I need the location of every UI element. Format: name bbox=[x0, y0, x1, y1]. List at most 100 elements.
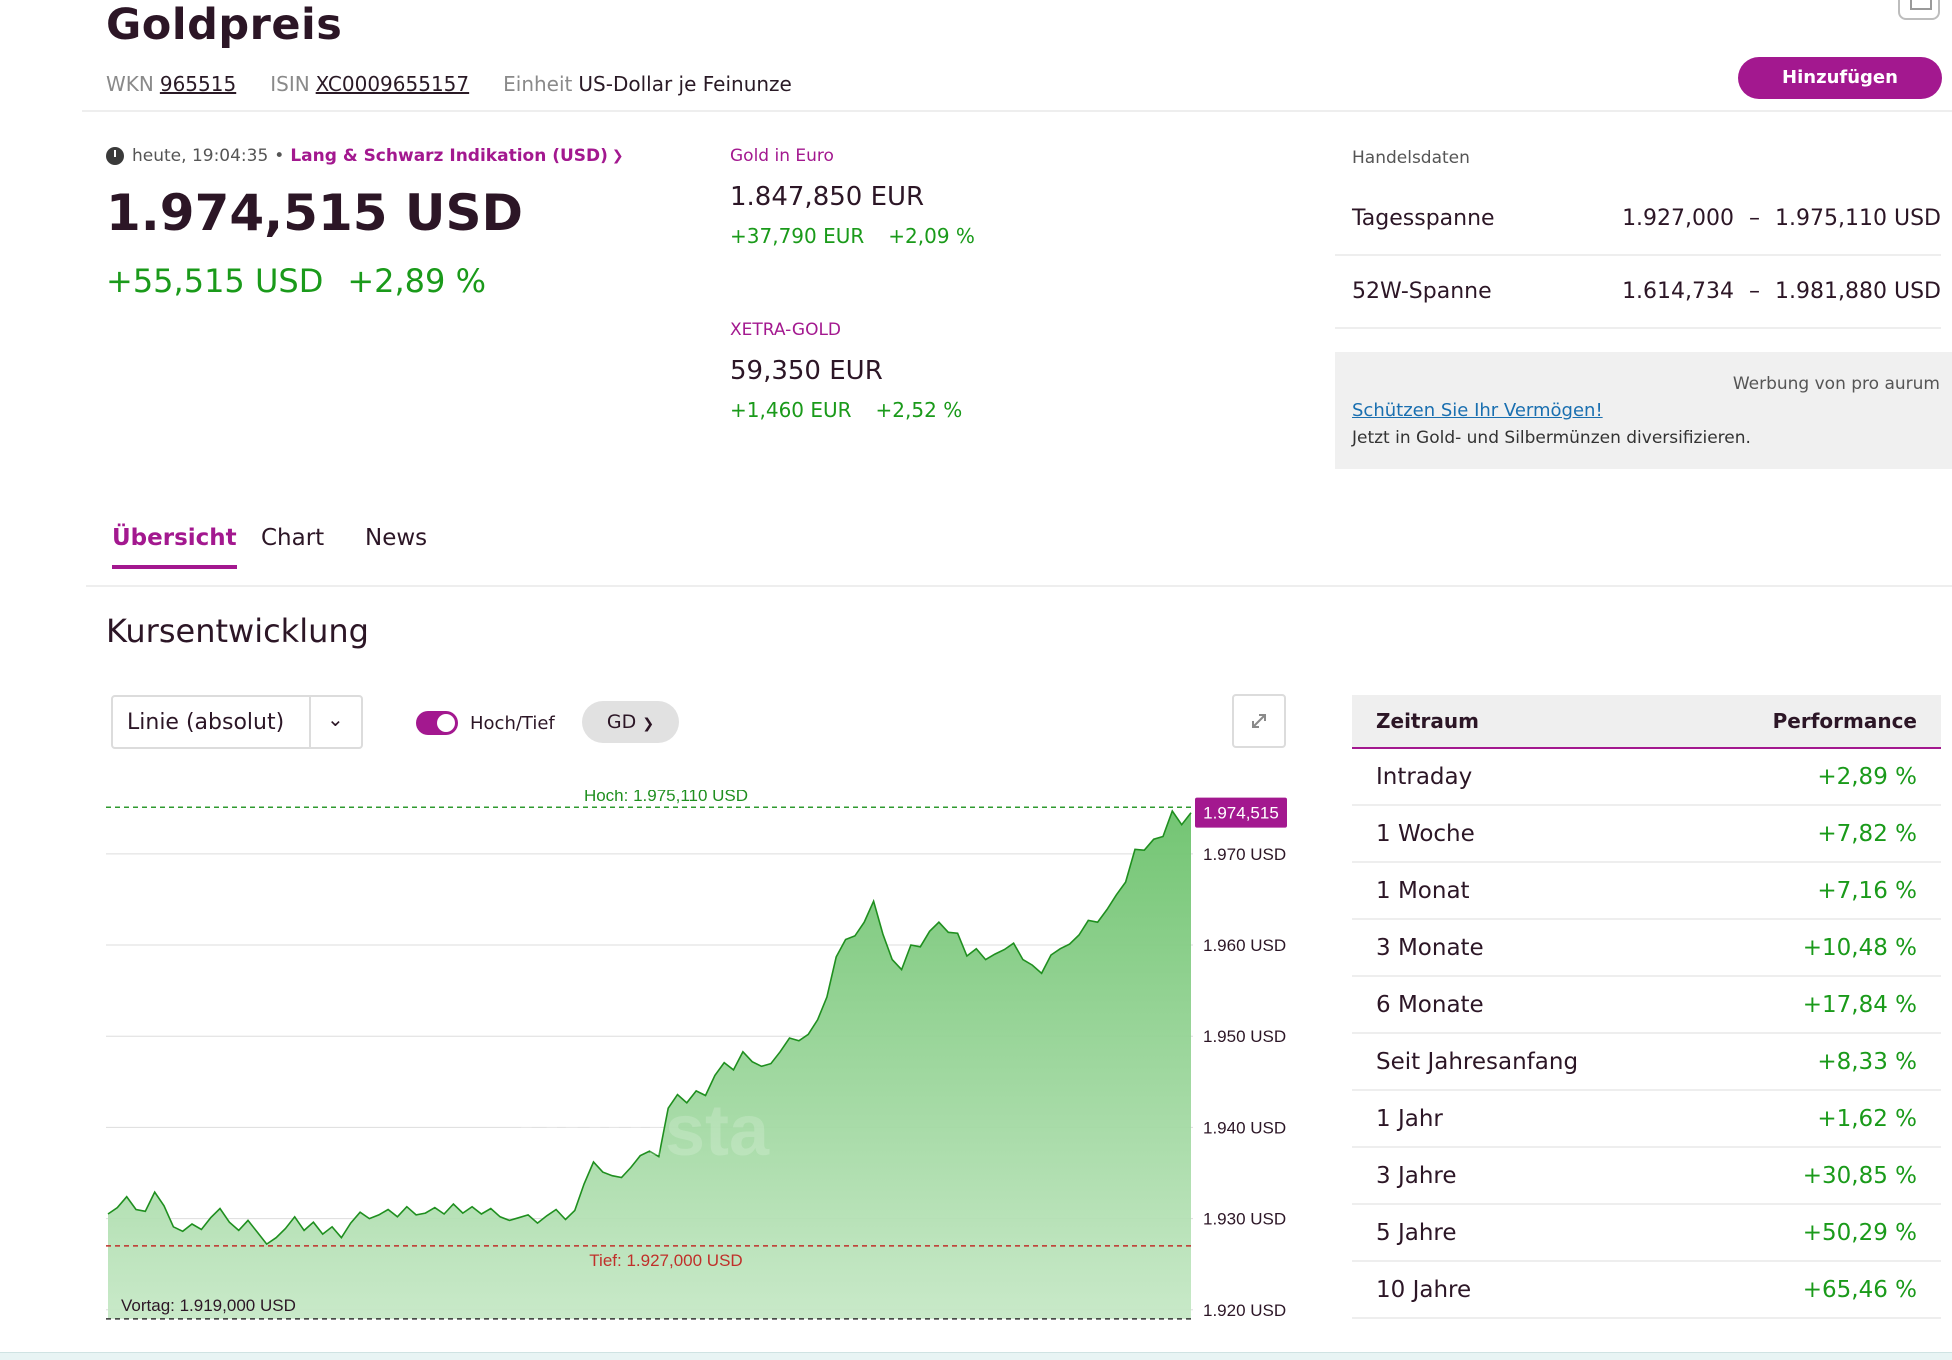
section-title: Kursentwicklung bbox=[106, 612, 369, 650]
trading-row-label: Tagesspanne bbox=[1352, 206, 1495, 231]
current-price: 1.974,515 USD bbox=[106, 184, 524, 242]
isin-label: ISIN bbox=[270, 72, 310, 96]
performance-period: 3 Jahre bbox=[1376, 1162, 1457, 1189]
gold-euro-change-pct: +2,09 % bbox=[888, 224, 975, 248]
low-label: Tief: 1.927,000 USD bbox=[589, 1251, 742, 1270]
performance-row: 5 Jahre +50,29 % bbox=[1352, 1205, 1941, 1262]
range-high: 1.981,880 USD bbox=[1775, 279, 1941, 304]
y-tick-label: 1.920 USD bbox=[1203, 1301, 1286, 1320]
performance-period: Intraday bbox=[1376, 763, 1473, 790]
performance-period: Seit Jahresanfang bbox=[1376, 1048, 1579, 1075]
performance-period: 3 Monate bbox=[1376, 934, 1484, 961]
high-low-toggle-label: Hoch/Tief bbox=[470, 713, 555, 734]
expand-chart-button[interactable] bbox=[1232, 694, 1286, 748]
clock-icon bbox=[106, 147, 124, 165]
performance-value: +50,29 % bbox=[1802, 1219, 1917, 1246]
tab-overview[interactable]: Übersicht bbox=[112, 525, 237, 569]
bottom-strip bbox=[0, 1352, 1952, 1360]
performance-value: +30,85 % bbox=[1802, 1162, 1917, 1189]
y-tick-label: 1.960 USD bbox=[1203, 936, 1286, 955]
performance-value: +10,48 % bbox=[1802, 934, 1917, 961]
performance-period: 1 Jahr bbox=[1376, 1105, 1443, 1132]
tab-bar: Übersicht Chart News bbox=[86, 525, 1952, 587]
y-tick-label: 1.940 USD bbox=[1203, 1118, 1286, 1137]
performance-period: 5 Jahre bbox=[1376, 1219, 1457, 1246]
range-high: 1.975,110 USD bbox=[1775, 206, 1941, 231]
chart-type-select[interactable]: Linie (absolut) ⌄ bbox=[111, 695, 363, 749]
tab-chart[interactable]: Chart bbox=[261, 525, 324, 569]
print-button[interactable] bbox=[1898, 0, 1940, 20]
performance-period: 10 Jahre bbox=[1376, 1276, 1472, 1303]
y-tick-label: 1.970 USD bbox=[1203, 845, 1286, 864]
expand-icon bbox=[1252, 714, 1266, 728]
high-low-toggle[interactable] bbox=[416, 711, 458, 735]
performance-value: +7,16 % bbox=[1817, 877, 1917, 904]
performance-header: Zeitraum Performance bbox=[1352, 695, 1941, 749]
ad-sponsor: Werbung von pro aurum bbox=[1732, 374, 1940, 394]
gold-euro-quote: Gold in Euro 1.847,850 EUR +37,790 EUR +2… bbox=[730, 146, 975, 248]
performance-period: 6 Monate bbox=[1376, 991, 1484, 1018]
change-percent: +2,89 % bbox=[347, 262, 486, 300]
performance-value: +8,33 % bbox=[1817, 1048, 1917, 1075]
chart-type-value: Linie (absolut) bbox=[127, 710, 285, 735]
trading-row-label: 52W-Spanne bbox=[1352, 279, 1492, 304]
header-performance: Performance bbox=[1772, 709, 1917, 733]
range-low: 1.614,734 bbox=[1622, 279, 1735, 304]
ad-link[interactable]: Schützen Sie Ihr Vermögen! bbox=[1352, 400, 1603, 421]
performance-value: +17,84 % bbox=[1802, 991, 1917, 1018]
ad-text: Jetzt in Gold- und Silbermünzen diversif… bbox=[1352, 428, 1751, 448]
performance-value: +1,62 % bbox=[1817, 1105, 1917, 1132]
page-title: Goldpreis bbox=[106, 0, 343, 50]
performance-row: 1 Monat +7,16 % bbox=[1352, 863, 1941, 920]
trading-row-52w-range: 52W-Spanne 1.614,734 – 1.981,880 USD bbox=[1335, 256, 1941, 329]
chevron-down-icon: ⌄ bbox=[327, 707, 344, 731]
wkn-label: WKN bbox=[106, 72, 154, 96]
performance-value: +65,46 % bbox=[1802, 1276, 1917, 1303]
range-low: 1.927,000 bbox=[1622, 206, 1735, 231]
change-absolute: +55,515 USD bbox=[106, 262, 324, 300]
xetra-gold-change-abs: +1,460 EUR bbox=[730, 398, 852, 422]
performance-row: 3 Monate +10,48 % bbox=[1352, 920, 1941, 977]
performance-period: 1 Monat bbox=[1376, 877, 1470, 904]
xetra-gold-change-pct: +2,52 % bbox=[875, 398, 963, 422]
wkn-value[interactable]: 965515 bbox=[160, 72, 236, 96]
quote-meta: heute, 19:04:35 • Lang & Schwarz Indikat… bbox=[106, 146, 624, 166]
high-label: Hoch: 1.975,110 USD bbox=[584, 790, 748, 805]
add-button[interactable]: Hinzufügen bbox=[1738, 57, 1942, 99]
header-divider bbox=[82, 110, 1952, 112]
unit-value: US-Dollar je Feinunze bbox=[578, 72, 792, 96]
quote-time: heute, 19:04:35 bbox=[132, 146, 269, 166]
security-identifiers: WKN 965515 ISIN XC0009655157 Einheit US-Dolla… bbox=[106, 72, 792, 96]
header-period: Zeitraum bbox=[1376, 709, 1479, 733]
trading-row-day-range: Tagesspanne 1.927,000 – 1.975,110 USD bbox=[1335, 183, 1941, 256]
unit-label: Einheit bbox=[503, 72, 573, 96]
gold-euro-label[interactable]: Gold in Euro bbox=[730, 146, 975, 166]
watermark-text: onvista bbox=[517, 1091, 770, 1171]
price-chart[interactable]: onvista Hoch: 1.975,110 USD Tief: 1.927,0… bbox=[106, 790, 1288, 1335]
xetra-gold-price: 59,350 EUR bbox=[730, 356, 883, 386]
moving-average-chip[interactable]: GD ❯ bbox=[582, 701, 679, 743]
xetra-gold-quote: XETRA-GOLD 59,350 EUR +1,460 EUR +2,52 % bbox=[730, 320, 962, 422]
chevron-down-icon: ❯ bbox=[642, 716, 655, 732]
tab-news[interactable]: News bbox=[365, 525, 427, 569]
performance-row: Seit Jahresanfang +8,33 % bbox=[1352, 1034, 1941, 1091]
price-area bbox=[108, 811, 1191, 1319]
chevron-down-icon[interactable]: ❯ bbox=[612, 148, 624, 164]
performance-row: 10 Jahre +65,46 % bbox=[1352, 1262, 1941, 1319]
exchange-source-selector[interactable]: Lang & Schwarz Indikation (USD) bbox=[290, 146, 608, 166]
isin-value[interactable]: XC0009655157 bbox=[316, 72, 469, 96]
performance-period: 1 Woche bbox=[1376, 820, 1475, 847]
last-price-label: 1.974,515 bbox=[1203, 804, 1279, 823]
performance-row: Intraday +2,89 % bbox=[1352, 749, 1941, 806]
chart-type-dropdown-button[interactable]: ⌄ bbox=[309, 697, 361, 747]
performance-table: Zeitraum Performance Intraday +2,89 % 1 Wo… bbox=[1352, 695, 1941, 1319]
performance-value: +7,82 % bbox=[1817, 820, 1917, 847]
xetra-gold-label[interactable]: XETRA-GOLD bbox=[730, 320, 962, 340]
trading-data-label: Handelsdaten bbox=[1352, 148, 1470, 168]
performance-row: 1 Jahr +1,62 % bbox=[1352, 1091, 1941, 1148]
advertisement: Werbung von pro aurum Schützen Sie Ihr V… bbox=[1335, 352, 1952, 469]
price-change: +55,515 USD +2,89 % bbox=[106, 262, 486, 300]
y-tick-label: 1.930 USD bbox=[1203, 1210, 1286, 1229]
performance-row: 6 Monate +17,84 % bbox=[1352, 977, 1941, 1034]
performance-value: +2,89 % bbox=[1817, 763, 1917, 790]
